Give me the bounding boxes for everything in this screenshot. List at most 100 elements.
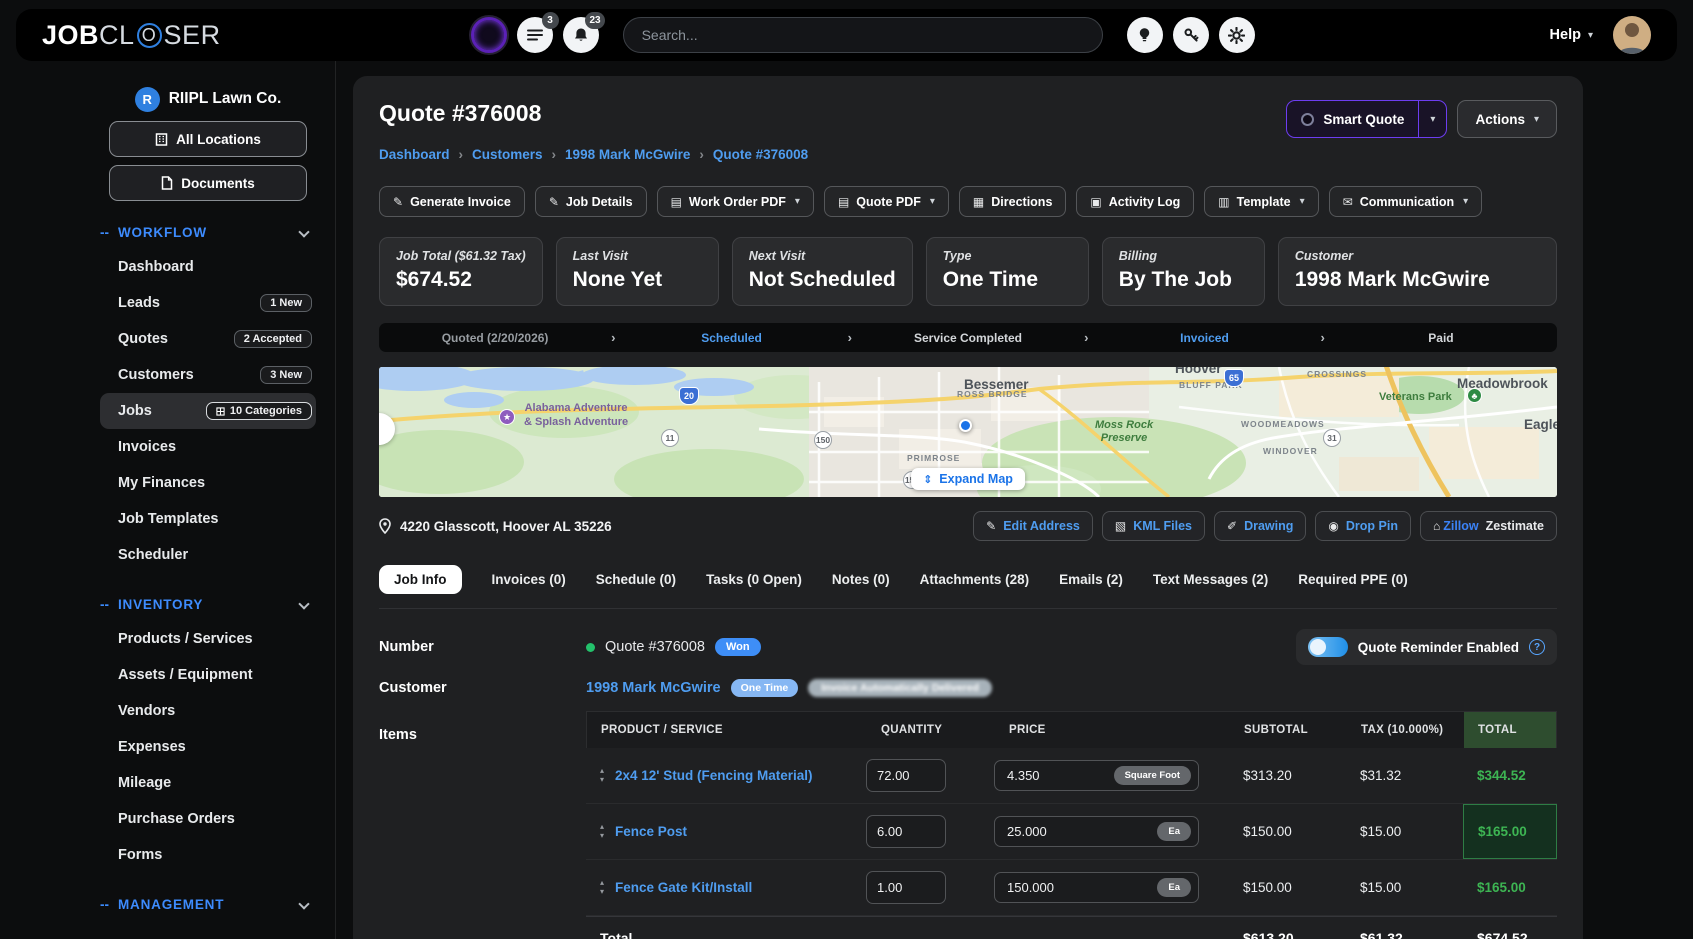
price-field[interactable]: Ea [994,816,1199,847]
row-sort-handle[interactable]: ▴▾ [600,879,604,896]
drop-pin-button[interactable]: ◉Drop Pin [1315,511,1411,541]
template-button[interactable]: ▥Template▾ [1204,186,1318,217]
tab-emails[interactable]: Emails (2) [1059,572,1123,587]
document-icon: ▤ [671,196,682,208]
smart-quote-dropdown[interactable]: ▾ [1418,101,1446,137]
work-order-pdf-button[interactable]: ▤Work Order PDF▾ [657,186,814,217]
sidebar-item-job-templates[interactable]: Job Templates [100,501,316,537]
sidebar-item-forms[interactable]: Forms [100,837,316,873]
kml-files-button[interactable]: ▧KML Files [1102,511,1205,541]
expand-map-button[interactable]: ⇕ Expand Map [911,468,1025,490]
tab-schedule[interactable]: Schedule (0) [596,572,676,587]
sidebar-item-quotes[interactable]: Quotes2 Accepted [100,321,316,357]
row-sort-handle[interactable]: ▴▾ [600,823,604,840]
company-name: RIIPL Lawn Co. [169,90,282,108]
sidebar-item-jobs[interactable]: Jobs 10 Categories [100,393,316,429]
sidebar-item-assets-equipment[interactable]: Assets / Equipment [100,657,316,693]
total-value: $344.52 [1463,748,1557,803]
job-details-button[interactable]: ✎Job Details [535,186,647,217]
app-logo[interactable]: JOBCLOSER [42,20,221,51]
sidebar-item-scheduler[interactable]: Scheduler [100,537,316,573]
edit-address-button[interactable]: ✎Edit Address [973,511,1093,541]
company-switcher[interactable]: R RIIPL Lawn Co. [100,85,316,113]
quantity-input[interactable] [866,871,946,904]
tab-text-messages[interactable]: Text Messages (2) [1153,572,1268,587]
product-link[interactable]: Fence Post [615,824,687,839]
activity-log-button[interactable]: ▣Activity Log [1076,186,1194,217]
price-input[interactable] [1007,880,1107,895]
row-sort-handle[interactable]: ▴▾ [600,767,604,784]
tab-tasks[interactable]: Tasks (0 Open) [706,572,802,587]
search-input[interactable] [623,17,1103,53]
sidebar-item-my-finances[interactable]: My Finances [100,465,316,501]
tab-required-ppe[interactable]: Required PPE (0) [1298,572,1408,587]
button-label: KML Files [1133,519,1192,533]
breadcrumb-quote[interactable]: Quote #376008 [713,147,808,162]
jobs-badge: 10 Categories [206,402,312,420]
zillow-zestimate-button[interactable]: ⌂Zillow Zestimate [1420,511,1557,541]
quote-pdf-button[interactable]: ▤Quote PDF▾ [824,186,949,217]
smart-quote-button[interactable]: Smart Quote ▾ [1286,100,1447,138]
tab-job-info[interactable]: Job Info [379,565,462,594]
all-locations-button[interactable]: All Locations [109,121,307,157]
tab-invoices[interactable]: Invoices (0) [492,572,566,587]
user-avatar[interactable] [1613,16,1651,54]
help-menu[interactable]: Help ▾ [1550,27,1593,43]
directions-button[interactable]: ▦Directions [959,186,1066,217]
breadcrumb-customers[interactable]: Customers [472,147,543,162]
items-total-row: Total $613.20 $61.32 $674.52 [586,916,1557,939]
generate-invoice-button[interactable]: ✎Generate Invoice [379,186,525,217]
sidebar-item-customers[interactable]: Customers3 New [100,357,316,393]
section-workflow[interactable]: WORKFLOW [100,223,314,241]
api-keys-button[interactable] [1173,17,1209,53]
pencil-icon: ✎ [986,520,996,532]
ideas-button[interactable] [1127,17,1163,53]
communication-button[interactable]: ✉Communication▾ [1329,186,1483,217]
sidebar-item-purchase-orders[interactable]: Purchase Orders [100,801,316,837]
notifications-button[interactable]: 23 [563,17,599,53]
documents-button[interactable]: Documents [109,165,307,201]
expand-map-label: Expand Map [939,472,1013,486]
settings-button[interactable] [1219,17,1255,53]
quote-reminder-toggle[interactable] [1308,637,1348,657]
breadcrumb-dashboard[interactable]: Dashboard [379,147,450,162]
price-input[interactable] [1007,824,1107,839]
section-management[interactable]: MANAGEMENT [100,895,314,913]
status-progress-bar: Quoted (2/20/2026) › Scheduled › Service… [379,323,1557,352]
customer-link[interactable]: 1998 Mark McGwire [586,680,721,696]
breadcrumb: Dashboard › Customers › 1998 Mark McGwir… [379,147,1557,162]
section-dash-icon [100,597,109,612]
subtotal-value: $150.00 [1229,880,1346,895]
sidebar-item-products-services[interactable]: Products / Services [100,621,316,657]
customer-label: Customer [379,680,586,696]
sidebar-item-mileage[interactable]: Mileage [100,765,316,801]
stat-next-visit: Next VisitNot Scheduled [732,237,913,306]
price-input[interactable] [1007,768,1107,783]
section-inventory[interactable]: INVENTORY [100,595,314,613]
total-row-total: $674.52 [1463,930,1557,939]
amusement-park-icon: ★ [499,409,515,425]
tab-notes[interactable]: Notes (0) [832,572,890,587]
drawing-button[interactable]: ✐Drawing [1214,511,1306,541]
stat-label: Billing [1119,249,1248,263]
actions-button[interactable]: Actions ▾ [1457,100,1557,138]
tab-attachments[interactable]: Attachments (28) [920,572,1030,587]
quantity-input[interactable] [866,815,946,848]
product-link[interactable]: 2x4 12' Stud (Fencing Material) [615,768,813,783]
sidebar-item-expenses[interactable]: Expenses [100,729,316,765]
help-tooltip-icon[interactable]: ? [1529,639,1545,655]
tasks-list-button[interactable]: 3 [517,17,553,53]
breadcrumb-customer-name[interactable]: 1998 Mark McGwire [565,147,690,162]
map[interactable]: Bessemer Hoover BLUFF PARK ROSS BRIDGE C… [379,367,1557,497]
product-link[interactable]: Fence Gate Kit/Install [615,880,752,895]
sidebar-item-dashboard[interactable]: Dashboard [100,249,316,285]
record-button[interactable] [471,17,507,53]
price-field[interactable]: Ea [994,872,1199,903]
sidebar-item-leads[interactable]: Leads1 New [100,285,316,321]
price-field[interactable]: Square Foot [994,760,1199,791]
sidebar-item-vendors[interactable]: Vendors [100,693,316,729]
quantity-input[interactable] [866,759,946,792]
item-label: Forms [118,847,162,863]
sort-down-icon: ▾ [600,832,604,840]
sidebar-item-invoices[interactable]: Invoices [100,429,316,465]
